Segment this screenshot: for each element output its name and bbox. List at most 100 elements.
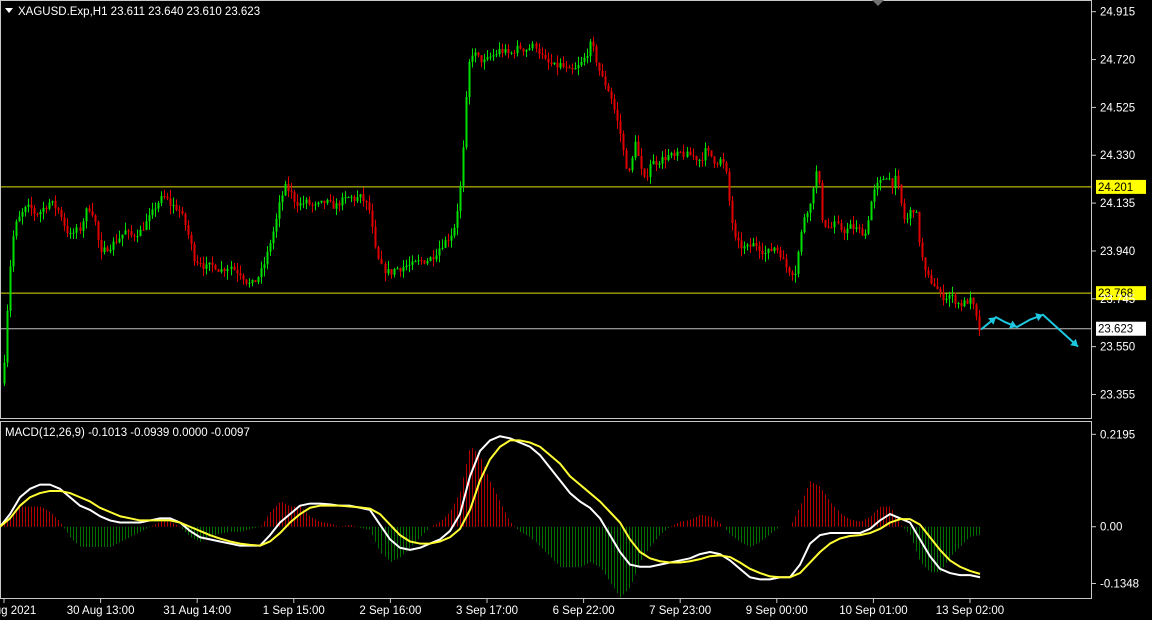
bull-candle [797,251,800,274]
bull-candle [145,221,148,230]
bull-candle [278,202,281,219]
bear-candle [837,221,840,224]
bear-candle [827,226,830,228]
bull-candle [719,159,722,165]
bear-candle [329,199,332,202]
bull-candle [465,97,468,148]
bear-candle [254,280,257,283]
bear-candle [930,274,933,284]
bear-candle [308,199,311,205]
bear-candle [749,244,752,247]
bull-candle [531,43,534,49]
bull-candle [302,203,305,205]
bull-candle [157,203,160,209]
bear-candle [701,159,704,161]
bear-candle [737,237,740,241]
bull-candle [263,264,266,269]
bear-candle [54,201,57,209]
bear-candle [477,52,480,56]
bull-candle [139,229,142,237]
bull-candle [260,268,263,278]
trading-chart[interactable]: 24.20123.76823.623 24.91524.72024.52524.… [0,0,1152,620]
bear-candle [63,217,66,226]
bear-candle [100,239,103,253]
bear-candle [547,58,550,63]
bear-candle [613,98,616,110]
bear-candle [290,191,293,193]
bull-candle [888,178,891,180]
bear-candle [178,210,181,212]
bull-candle [230,266,233,269]
bull-candle [18,216,21,222]
bear-candle [601,70,604,77]
bull-candle [402,267,405,272]
bear-candle [912,210,915,213]
bull-candle [752,243,755,247]
bull-candle [969,297,972,304]
bear-candle [371,210,374,227]
bull-candle [27,204,30,207]
bear-candle [607,85,610,92]
bear-candle [655,161,658,165]
bull-candle [809,203,812,214]
bull-candle [483,59,486,63]
bear-candle [821,183,824,221]
bull-candle [411,261,414,265]
time-tick-label: 7 Sep 23:00 [649,605,711,617]
bear-candle [734,223,737,238]
bull-candle [583,57,586,62]
bear-candle [522,48,525,52]
bear-candle [740,240,743,249]
bull-candle [85,208,88,222]
bear-candle [568,67,571,69]
bull-candle [773,247,776,251]
bear-candle [390,269,393,275]
bull-candle [453,227,456,236]
bull-candle [963,300,966,307]
bull-candle [495,54,498,56]
bull-candle [148,215,151,222]
bear-candle [380,258,383,264]
bear-candle [897,175,900,185]
bear-candle [242,275,245,280]
bull-candle [39,211,42,215]
bull-candle [299,203,302,206]
bull-candle [574,68,577,70]
bull-candle [154,208,157,210]
bull-candle [855,227,858,229]
bear-candle [163,196,166,198]
bull-candle [160,196,163,204]
bull-candle [489,56,492,58]
bull-candle [516,45,519,54]
bear-candle [840,223,843,230]
bear-candle [619,120,622,134]
bull-candle [408,264,411,266]
bull-candle [870,201,873,221]
bear-candle [33,207,36,214]
bear-candle [420,260,423,262]
bear-candle [791,272,794,276]
bull-candle [743,246,746,249]
bear-candle [311,204,314,206]
bull-candle [317,202,320,205]
bull-candle [393,269,396,275]
bull-candle [51,201,54,203]
bear-candle [918,211,921,243]
bull-candle [426,260,429,264]
level-price-label: 24.201 [1098,182,1133,194]
bull-candle [867,220,870,234]
bull-candle [704,148,707,161]
price-tick-label: 23.355 [1100,390,1135,402]
bull-candle [172,204,175,206]
bull-candle [800,232,803,252]
bull-candle [69,233,72,235]
bear-candle [245,279,248,284]
bear-candle [843,229,846,234]
time-tick-label: 1 Sep 15:00 [263,605,325,617]
bull-candle [281,195,284,203]
bull-candle [459,185,462,212]
bull-candle [885,178,888,180]
bear-candle [933,283,936,287]
bull-candle [894,175,897,189]
bull-candle [812,188,815,204]
